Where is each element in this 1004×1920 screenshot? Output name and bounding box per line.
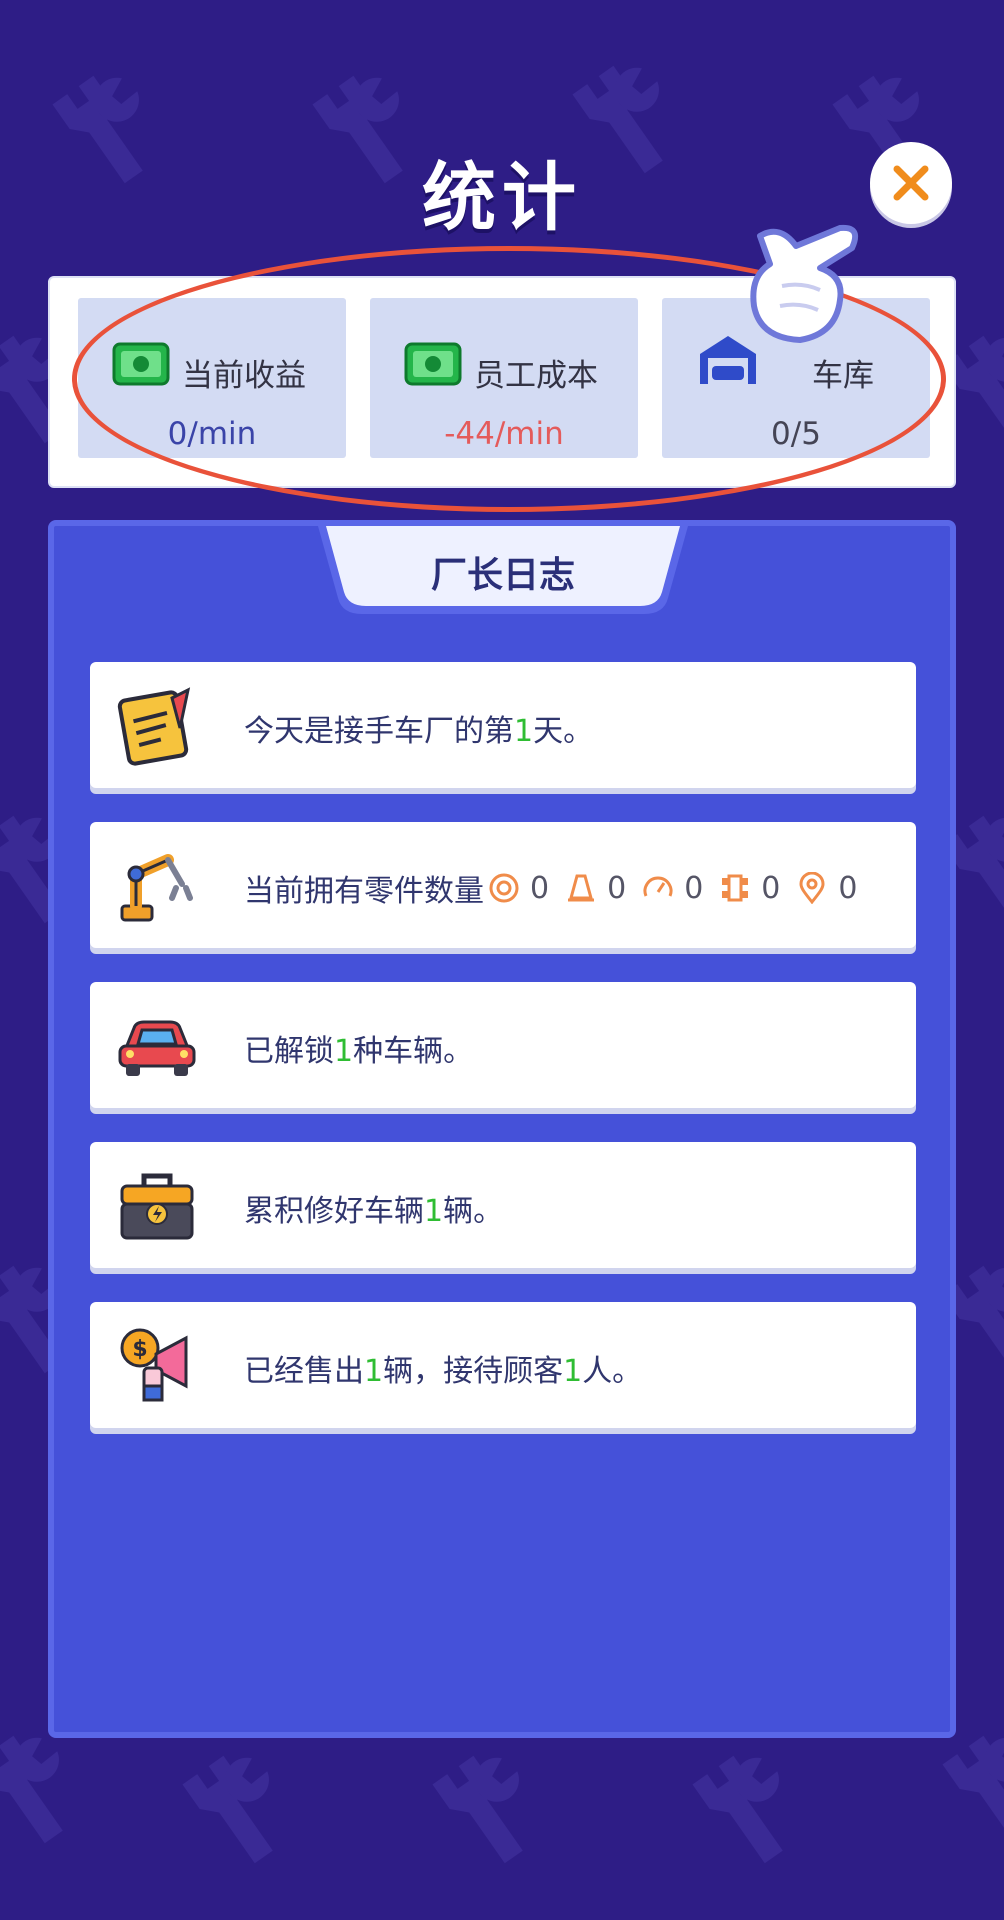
close-icon — [893, 165, 929, 201]
part-tire: 0 — [488, 871, 561, 906]
log-entry-text: 已经售出1辆，接待顾客1人。 — [244, 1354, 643, 1389]
log-entry-text: 累积修好车辆1辆。 — [244, 1194, 504, 1229]
log-entry-unlocked: 已解锁1种车辆。 — [90, 982, 916, 1108]
log-entry-text: 今天是接手车厂的第1天。 — [244, 714, 594, 749]
pointing-hand-icon — [750, 224, 858, 343]
part-location: 0 — [796, 871, 869, 906]
log-entry-day: 今天是接手车厂的第1天。 — [90, 662, 916, 788]
notepad-icon — [117, 687, 191, 766]
close-button[interactable] — [870, 142, 952, 224]
part-speedometer: 0 — [642, 871, 715, 906]
megaphone-icon: $ — [120, 1328, 188, 1402]
robot-arm-icon — [120, 854, 193, 922]
log-entry-parts: 当前拥有零件数量 0 0 0 0 0 — [90, 822, 916, 948]
tire-icon — [489, 873, 519, 903]
log-entry-sold: $ 已经售出1辆，接待顾客1人。 — [90, 1302, 916, 1428]
speedometer-icon — [643, 876, 673, 897]
cone-icon — [568, 874, 595, 902]
log-entry-repaired: 累积修好车辆1辆。 — [90, 1142, 916, 1268]
location-pin-icon — [799, 872, 825, 904]
chassis-icon — [722, 874, 749, 902]
red-car-icon — [118, 1020, 196, 1076]
svg-text:$: $ — [132, 1337, 147, 1362]
part-chassis: 0 — [719, 871, 792, 906]
log-entry-text: 当前拥有零件数量 0 0 0 0 0 — [244, 866, 869, 910]
log-tab-label: 厂长日志 — [430, 555, 575, 596]
part-cone: 0 — [565, 871, 638, 906]
toolbox-icon — [120, 1173, 194, 1240]
log-entry-text: 已解锁1种车辆。 — [244, 1034, 474, 1069]
